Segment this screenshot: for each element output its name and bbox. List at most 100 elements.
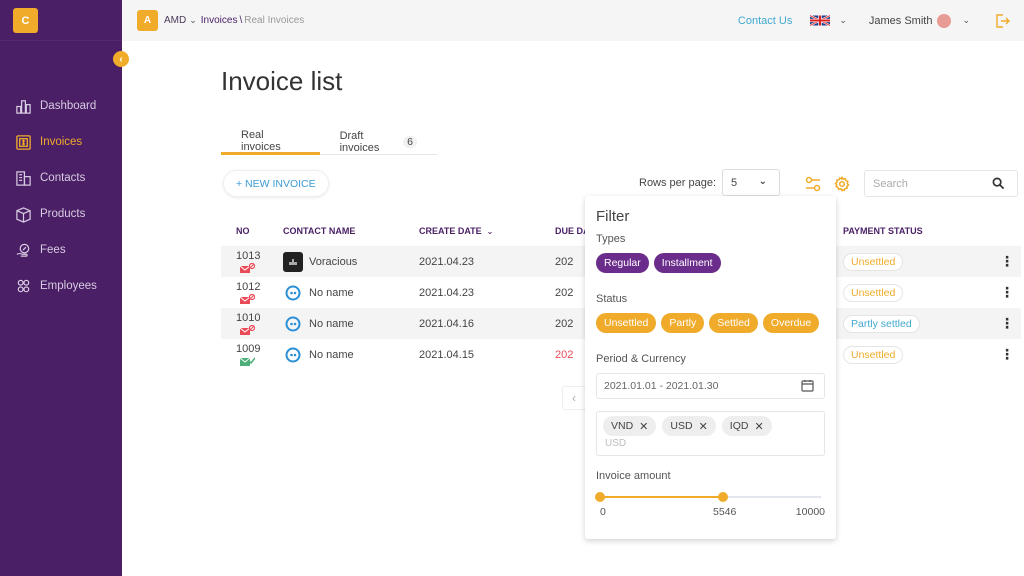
contact-name[interactable]: Voracious: [309, 256, 357, 268]
main-content: Invoice list Real invoices Draft invoice…: [122, 41, 1024, 576]
sidebar: C Dashboard Invoices Contacts Products F…: [0, 0, 122, 576]
remove-currency-icon[interactable]: ✕: [754, 420, 763, 433]
slider-high-label: 5546: [713, 506, 737, 518]
logout-icon[interactable]: [994, 13, 1010, 29]
column-header-payment-status[interactable]: PAYMENT STATUS: [843, 226, 993, 236]
column-header-no[interactable]: NO: [221, 226, 283, 236]
users-icon: [14, 277, 32, 295]
remove-currency-icon[interactable]: ✕: [639, 420, 648, 433]
sidebar-item-fees[interactable]: Fees: [0, 232, 122, 268]
payment-status-badge: Partly settled: [843, 314, 920, 333]
status-label: Status: [596, 293, 628, 305]
app-logo[interactable]: C: [13, 8, 38, 33]
contact-name[interactable]: No name: [309, 349, 354, 361]
sidebar-item-employees[interactable]: Employees: [0, 268, 122, 304]
invoice-number-cell: 1012: [221, 281, 283, 305]
more-vertical-icon[interactable]: ⋮: [1000, 284, 1014, 300]
row-actions-cell: ⋮: [993, 315, 1021, 332]
mail-failed-icon: [240, 262, 255, 273]
invoice-number[interactable]: 1013: [236, 250, 266, 262]
invoice-number[interactable]: 1010: [236, 312, 266, 324]
sidebar-item-label: Contacts: [40, 172, 86, 184]
more-vertical-icon[interactable]: ⋮: [1000, 346, 1014, 362]
invoice-number[interactable]: 1012: [236, 281, 266, 293]
chevron-down-icon[interactable]: ⌄: [189, 15, 197, 26]
invoice-amount-slider[interactable]: [595, 490, 821, 504]
status-chip-partly[interactable]: Partly: [661, 313, 705, 333]
top-right-controls: Contact Us ⌄ James Smith ⌄: [738, 13, 1024, 29]
currency-tag-label: USD: [670, 420, 693, 432]
sidebar-item-label: Employees: [40, 280, 97, 292]
contact-avatar: [283, 314, 303, 334]
row-actions-cell: ⋮: [993, 253, 1021, 270]
new-invoice-button[interactable]: + NEW INVOICE: [223, 170, 329, 197]
slider-thumb-high[interactable]: [717, 492, 728, 502]
search-icon[interactable]: [992, 177, 1005, 190]
more-vertical-icon[interactable]: ⋮: [1000, 253, 1014, 269]
status-chip-settled[interactable]: Settled: [709, 313, 758, 333]
column-header-contact[interactable]: CONTACT NAME: [283, 226, 419, 236]
payment-status-badge: Unsettled: [843, 283, 904, 302]
types-chips: Regular Installment: [596, 253, 825, 273]
bar-chart-icon: [14, 97, 32, 115]
type-chip-installment[interactable]: Installment: [653, 253, 721, 273]
contact-avatar: [283, 283, 303, 303]
search-input[interactable]: [873, 177, 983, 190]
date-range-field[interactable]: 2021.01.01 - 2021.01.30: [596, 373, 825, 399]
slider-max-label: 10000: [795, 506, 825, 518]
more-vertical-icon[interactable]: ⋮: [1000, 315, 1014, 331]
previous-page-button[interactable]: ‹: [562, 386, 586, 410]
contact-avatar: [283, 345, 303, 365]
top-bar: A AMD ⌄ Invoices \ Real Invoices Contact…: [122, 0, 1024, 41]
sidebar-item-label: Fees: [40, 244, 66, 256]
status-chip-unsettled[interactable]: Unsettled: [596, 313, 657, 333]
type-chip-regular[interactable]: Regular: [596, 253, 649, 273]
filter-title: Filter: [596, 208, 630, 225]
period-currency-label: Period & Currency: [596, 353, 686, 365]
language-chevron-icon[interactable]: ⌄: [839, 15, 847, 26]
user-menu-chevron-icon[interactable]: ⌄: [962, 15, 970, 26]
slider-thumb-low[interactable]: [595, 492, 605, 502]
org-badge[interactable]: A: [137, 10, 158, 31]
search-box: [864, 170, 1018, 197]
uk-flag-icon[interactable]: [810, 14, 831, 27]
filter-icon[interactable]: [805, 176, 821, 192]
status-chip-overdue[interactable]: Overdue: [762, 313, 820, 333]
tab-draft-invoices[interactable]: Draft invoices 6: [320, 129, 437, 155]
rows-per-page-select[interactable]: 5 ⌄: [722, 169, 780, 196]
tab-real-invoices[interactable]: Real invoices: [221, 129, 320, 155]
gear-icon[interactable]: [834, 176, 850, 192]
invoice-number-cell: 1013: [221, 250, 283, 274]
sidebar-item-dashboard[interactable]: Dashboard: [0, 88, 122, 124]
currency-tag-iqd: IQD ✕: [721, 416, 772, 436]
rows-per-page-value: 5: [731, 176, 738, 189]
sidebar-item-products[interactable]: Products: [0, 196, 122, 232]
sidebar-item-contacts[interactable]: Contacts: [0, 160, 122, 196]
row-actions-cell: ⋮: [993, 346, 1021, 363]
contact-name[interactable]: No name: [309, 287, 354, 299]
calendar-icon[interactable]: [801, 379, 814, 392]
currency-multiselect[interactable]: VND ✕ USD ✕ IQD ✕ USD: [596, 411, 825, 456]
user-name[interactable]: James Smith: [869, 15, 933, 27]
create-date: 2021.04.16: [419, 317, 475, 330]
contact-us-link[interactable]: Contact Us: [738, 15, 792, 27]
box-icon: [14, 205, 32, 223]
slider-labels: 0 5546 10000: [596, 506, 825, 520]
contact-name[interactable]: No name: [309, 318, 354, 330]
payment-status-cell: Partly settled: [843, 314, 993, 333]
contact-cell: No name: [283, 314, 419, 334]
collapse-sidebar-button[interactable]: ‹: [113, 51, 129, 67]
mail-failed-icon: [240, 293, 255, 304]
remove-currency-icon[interactable]: ✕: [699, 420, 708, 433]
org-name[interactable]: AMD: [164, 15, 186, 26]
rows-per-page-label: Rows per page:: [639, 177, 717, 189]
sort-chevron-icon[interactable]: ⌄: [487, 227, 494, 236]
sidebar-item-invoices[interactable]: Invoices: [0, 124, 122, 160]
currency-tag-label: VND: [611, 420, 634, 432]
column-header-create-date[interactable]: CREATE DATE ⌄: [419, 226, 555, 236]
hand-percent-icon: [14, 241, 32, 259]
user-avatar[interactable]: [937, 13, 952, 28]
breadcrumb-invoices[interactable]: Invoices: [201, 15, 238, 26]
invoice-number[interactable]: 1009: [236, 343, 266, 355]
currency-input[interactable]: USD: [603, 438, 818, 449]
